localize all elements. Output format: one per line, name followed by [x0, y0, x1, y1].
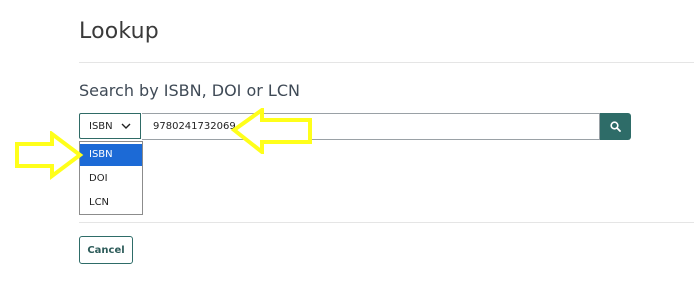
left-arrow-icon — [230, 108, 312, 154]
search-button[interactable] — [600, 113, 631, 140]
option-doi[interactable]: DOI — [80, 168, 142, 190]
search-type-selected-value: ISBN — [89, 121, 113, 132]
lookup-page: Lookup Search by ISBN, DOI or LCN ISBN I… — [0, 0, 694, 294]
search-type-dropdown: ISBN DOI LCN — [79, 141, 143, 215]
search-type-select[interactable]: ISBN — [79, 113, 141, 139]
title-divider — [79, 62, 694, 63]
footer-divider — [79, 222, 694, 223]
cancel-button[interactable]: Cancel — [79, 236, 133, 264]
search-input[interactable] — [142, 113, 600, 140]
chevron-down-icon — [121, 122, 131, 130]
option-isbn[interactable]: ISBN — [80, 144, 142, 166]
search-icon — [610, 121, 621, 132]
search-heading: Search by ISBN, DOI or LCN — [79, 81, 300, 100]
option-lcn[interactable]: LCN — [80, 192, 142, 214]
page-title: Lookup — [79, 19, 159, 44]
right-arrow-icon — [15, 131, 84, 180]
